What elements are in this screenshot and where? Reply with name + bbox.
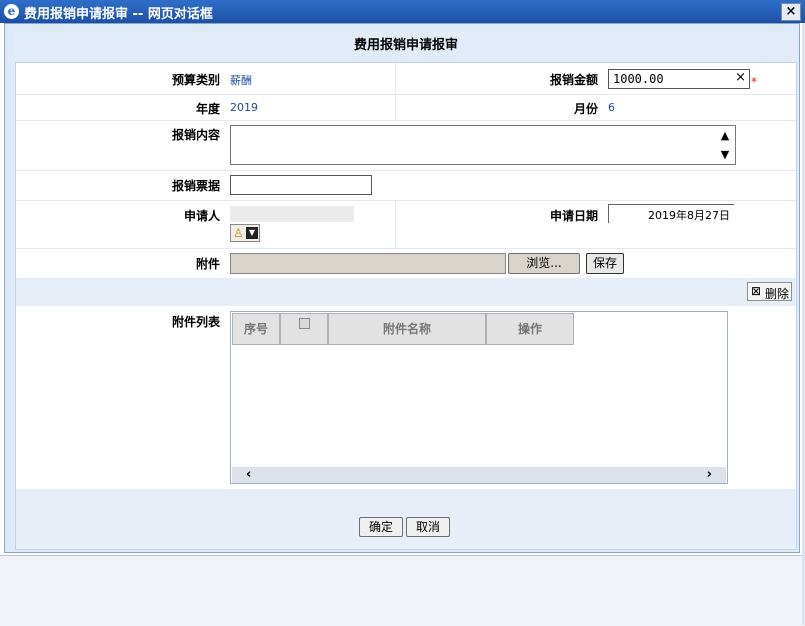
content-textarea[interactable]: ▲ ▼ — [230, 125, 736, 165]
scroll-up-icon[interactable]: ▲ — [717, 127, 733, 145]
content-label: 报销内容 — [171, 128, 220, 142]
col-header-select — [280, 313, 328, 345]
scroll-left-icon[interactable]: ‹ — [246, 467, 251, 482]
clear-icon[interactable]: × — [735, 70, 746, 85]
applicant-picker-button[interactable]: ♙ ▼ — [230, 224, 260, 242]
invoice-input[interactable] — [230, 175, 372, 195]
window-title-bar: e 费用报销申请报审 -- 网页对话框 × — [0, 0, 805, 23]
col-header-index: 序号 — [232, 313, 280, 345]
row-divider — [16, 200, 796, 201]
person-icon: ♙ — [233, 226, 244, 240]
attachment-label: 附件 — [195, 257, 220, 271]
window-title: 费用报销申请报审 -- 网页对话框 — [24, 7, 213, 22]
apply-date-value: 2019年8月27日 — [648, 209, 730, 222]
delete-button[interactable]: ⊠ 删除 — [747, 282, 792, 301]
applicant-label: 申请人 — [183, 209, 220, 223]
delete-icon: ⊠ — [751, 284, 762, 298]
form-container: 费用报销申请报审 预算类别 薪酬 报销金额 1000.00 × * 年度 201… — [4, 23, 800, 553]
ie-icon: e — [4, 4, 19, 19]
amount-value: 1000.00 — [613, 72, 664, 86]
col-divider — [395, 200, 396, 248]
col-divider — [395, 63, 396, 120]
scroll-down-icon[interactable]: ▼ — [717, 146, 733, 164]
apply-date-field[interactable]: 2019年8月27日 — [608, 204, 734, 223]
row-divider — [16, 170, 796, 171]
col-header-name: 附件名称 — [328, 313, 486, 345]
budget-type-value: 薪酬 — [230, 74, 252, 87]
toolbar-band — [16, 278, 796, 306]
budget-type-label: 预算类别 — [171, 73, 220, 87]
row-divider — [16, 94, 796, 95]
row-divider — [16, 248, 796, 249]
dropdown-arrow-icon: ▼ — [246, 227, 258, 239]
attach-list-table: 序号 附件名称 操作 ‹ › — [230, 311, 728, 484]
invoice-label: 报销票据 — [171, 179, 220, 193]
amount-field[interactable]: 1000.00 × — [608, 69, 750, 89]
attach-list-label: 附件列表 — [171, 315, 220, 329]
amount-label: 报销金额 — [549, 73, 598, 87]
browse-button[interactable]: 浏览... — [508, 253, 580, 274]
form-grid: 预算类别 薪酬 报销金额 1000.00 × * 年度 2019 月份 6 报销… — [15, 62, 797, 550]
close-button[interactable]: × — [781, 3, 801, 21]
status-area — [0, 555, 805, 626]
col-header-action: 操作 — [486, 313, 574, 345]
attachment-path-input[interactable] — [230, 253, 506, 274]
year-label: 年度 — [195, 102, 220, 116]
cancel-button[interactable]: 取消 — [406, 517, 450, 537]
month-label: 月份 — [573, 102, 598, 116]
delete-label: 删除 — [765, 287, 790, 301]
apply-date-label: 申请日期 — [549, 209, 598, 223]
save-button[interactable]: 保存 — [586, 253, 624, 274]
month-value: 6 — [608, 101, 615, 114]
ok-button[interactable]: 确定 — [359, 517, 403, 537]
applicant-field — [230, 206, 354, 222]
row-divider — [16, 120, 796, 121]
select-all-checkbox[interactable] — [299, 318, 310, 329]
dialog-body: 费用报销申请报审 预算类别 薪酬 报销金额 1000.00 × * 年度 201… — [0, 23, 805, 626]
required-mark: * — [751, 75, 757, 89]
form-header: 费用报销申请报审 — [15, 31, 797, 61]
year-value: 2019 — [230, 101, 258, 114]
scroll-right-icon[interactable]: › — [707, 467, 712, 482]
horizontal-scrollbar[interactable]: ‹ › — [232, 467, 726, 483]
